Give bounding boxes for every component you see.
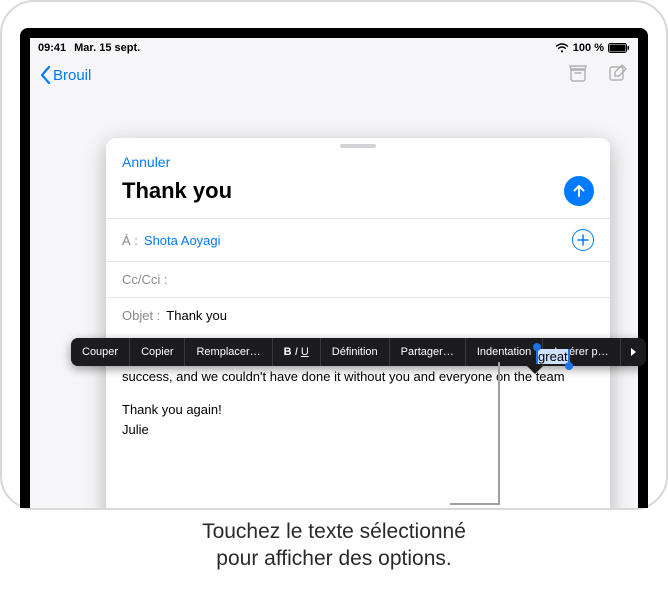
menu-cut[interactable]: Couper [71,338,130,366]
plus-icon [577,234,589,246]
menu-replace[interactable]: Remplacer… [185,338,272,366]
caption-line-1: Touchez le texte sélectionné [0,518,668,545]
archive-icon[interactable] [568,64,588,87]
ccbcc-label: Cc/Cci : [122,272,168,287]
callout-line [498,362,500,505]
menu-share[interactable]: Partager… [390,338,466,366]
wifi-icon [555,43,569,53]
to-label: À : [122,233,138,248]
screen-bezel: 09:41 Mar. 15 sept. 100 % Brouil [20,28,648,508]
screen: 09:41 Mar. 15 sept. 100 % Brouil [30,38,638,508]
body-paragraph-2: Thank you again! [122,400,594,420]
compose-icon[interactable] [608,63,628,88]
menu-copy[interactable]: Copier [130,338,185,366]
send-button[interactable] [564,176,594,206]
compose-title: Thank you [122,178,232,204]
to-field[interactable]: À : Shota Aoyagi [106,218,610,261]
add-contact-button[interactable] [572,229,594,251]
ccbcc-field[interactable]: Cc/Cci : [106,261,610,297]
selection-handle-start[interactable] [533,343,541,351]
arrow-up-icon [571,183,587,199]
menu-format[interactable]: B I U [273,338,321,366]
battery-icon [608,43,630,53]
subject-value: Thank you [166,308,227,323]
cancel-button[interactable]: Annuler [122,154,170,170]
menu-pointer [527,366,543,374]
chevron-right-icon [629,347,637,357]
status-time: 09:41 [38,42,66,54]
ipad-device-frame: 09:41 Mar. 15 sept. 100 % Brouil [0,0,668,510]
status-bar: 09:41 Mar. 15 sept. 100 % [30,38,638,58]
back-button[interactable]: Brouil [40,66,91,84]
battery-percent: 100 % [573,42,604,54]
status-date: Mar. 15 sept. [74,42,140,54]
subject-label: Objet : [122,308,160,323]
nav-bar: Brouil [30,58,638,92]
menu-definition[interactable]: Définition [321,338,390,366]
compose-popover: Annuler Thank you À : Shota Aoyagi [106,138,610,508]
caption: Touchez le texte sélectionné pour affich… [0,518,668,573]
selection-handle-end[interactable] [565,362,573,370]
body-signature: Julie [122,420,594,440]
chevron-left-icon [40,66,51,84]
menu-more[interactable] [621,338,645,366]
to-recipient[interactable]: Shota Aoyagi [144,233,221,248]
subject-field[interactable]: Objet : Thank you [106,297,610,333]
selected-text[interactable]: great [537,349,569,364]
menu-indent[interactable]: Indentation [466,338,543,366]
caption-line-2: pour afficher des options. [0,545,668,572]
back-label: Brouil [53,67,91,84]
